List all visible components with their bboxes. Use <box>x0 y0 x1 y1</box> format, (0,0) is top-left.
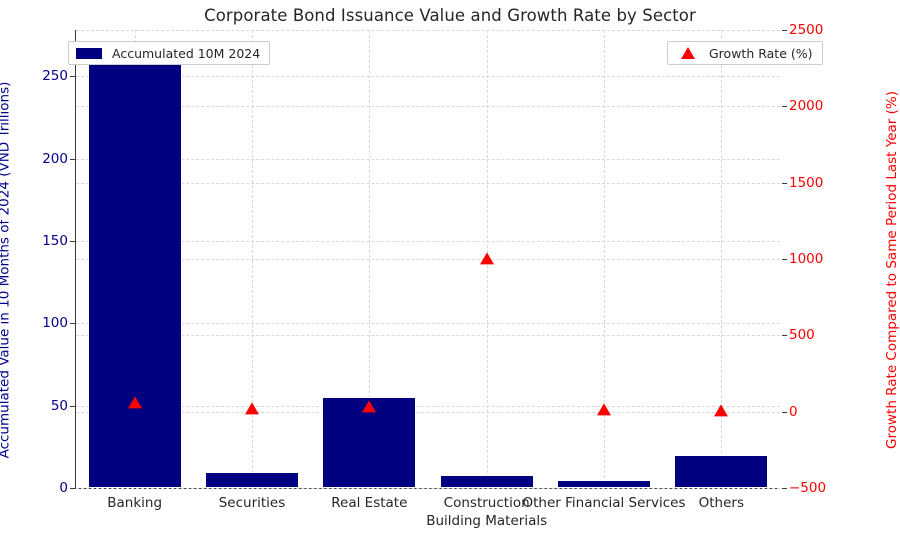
legend-label-accumulated: Accumulated 10M 2024 <box>112 45 261 61</box>
tick-mark <box>782 411 787 413</box>
y-axis-right-tick: 2000 <box>782 98 823 114</box>
tick-mark <box>782 182 787 184</box>
bar <box>205 471 299 488</box>
bar <box>557 479 651 488</box>
tick-mark <box>70 488 75 489</box>
gridline-left <box>76 240 780 242</box>
growth-rate-marker <box>714 404 729 417</box>
bar <box>674 455 769 488</box>
legend-growth-rate: Growth Rate (%) <box>667 41 823 65</box>
y-axis-right-tick: −500 <box>782 480 826 496</box>
chart-figure: Corporate Bond Issuance Value and Growth… <box>0 0 900 540</box>
gridline-left <box>76 158 780 160</box>
gridline-left <box>76 405 780 407</box>
tick-mark <box>70 76 75 78</box>
triangle-up-icon <box>681 47 695 59</box>
tick-mark <box>70 158 75 160</box>
gridline-vertical <box>604 30 605 488</box>
legend-label-growth-rate: Growth Rate (%) <box>709 45 813 61</box>
gridline-left <box>76 76 780 78</box>
plot-area: 0 50 100 150 200 250 −500 0 500 1000 1500 2000 2500 B… <box>42 22 826 529</box>
growth-rate-marker <box>127 395 142 408</box>
gridline-left <box>76 488 780 489</box>
y-axis-right-tick: 0 <box>782 404 798 420</box>
gridline-right <box>76 259 780 260</box>
y-axis-left-tick: 100 <box>42 315 75 331</box>
growth-rate-marker <box>245 402 259 415</box>
chart-title: Corporate Bond Issuance Value and Growth… <box>204 6 696 25</box>
tick-mark <box>782 335 787 337</box>
y-axis-right-tick: 1000 <box>782 251 823 267</box>
x-axis-tick-label: Securities <box>218 495 286 511</box>
tick-mark <box>782 30 787 31</box>
y-axis-left-tick: 150 <box>42 233 75 249</box>
x-axis-tick-label: Banking <box>107 495 163 511</box>
tick-mark <box>782 488 787 489</box>
legend-accumulated: Accumulated 10M 2024 <box>68 41 271 65</box>
gridline-left <box>76 323 780 325</box>
gridline-right <box>76 335 780 337</box>
x-axis-tick-label: Other Financial Services <box>522 495 686 511</box>
y-axis-right-tick: 2500 <box>782 22 823 38</box>
growth-rate-marker <box>597 403 611 416</box>
right-axis-label-text: Growth Rate Compared to Same Period Last… <box>884 91 900 449</box>
gridline-right <box>76 106 780 108</box>
tick-mark <box>782 259 787 260</box>
x-axis-tick-label: Others <box>698 495 745 511</box>
y-axis-left-tick: 200 <box>42 151 75 167</box>
y-axis-right-tick: 1500 <box>782 175 823 191</box>
tick-mark <box>70 405 75 407</box>
gridline-right <box>76 182 780 184</box>
tick-mark <box>70 240 75 242</box>
y-axis-right-tick: 500 <box>782 327 815 343</box>
bar <box>87 56 182 488</box>
gridline-vertical <box>252 30 253 488</box>
bar-swatch-icon <box>76 47 102 59</box>
y-axis-left-tick: 0 <box>59 480 75 496</box>
gridline-right <box>76 30 780 31</box>
growth-rate-marker <box>479 252 494 265</box>
growth-rate-marker <box>362 400 377 413</box>
gridline-right <box>76 411 780 413</box>
tick-mark <box>782 106 787 108</box>
y-axis-left-tick: 50 <box>51 398 75 414</box>
bar <box>439 474 534 488</box>
right-axis-label: Growth Rate Compared to Same Period Last… <box>880 0 900 540</box>
x-axis-tick-label: Real Estate <box>331 495 408 511</box>
tick-mark <box>70 323 75 325</box>
left-axis-label-text: Accumulated Value in 10 Months of 2024 (… <box>0 81 13 459</box>
y-axis-left-tick: 250 <box>42 68 75 84</box>
left-axis-label: Accumulated Value in 10 Months of 2024 (… <box>0 0 16 540</box>
gridline-vertical <box>721 30 723 488</box>
